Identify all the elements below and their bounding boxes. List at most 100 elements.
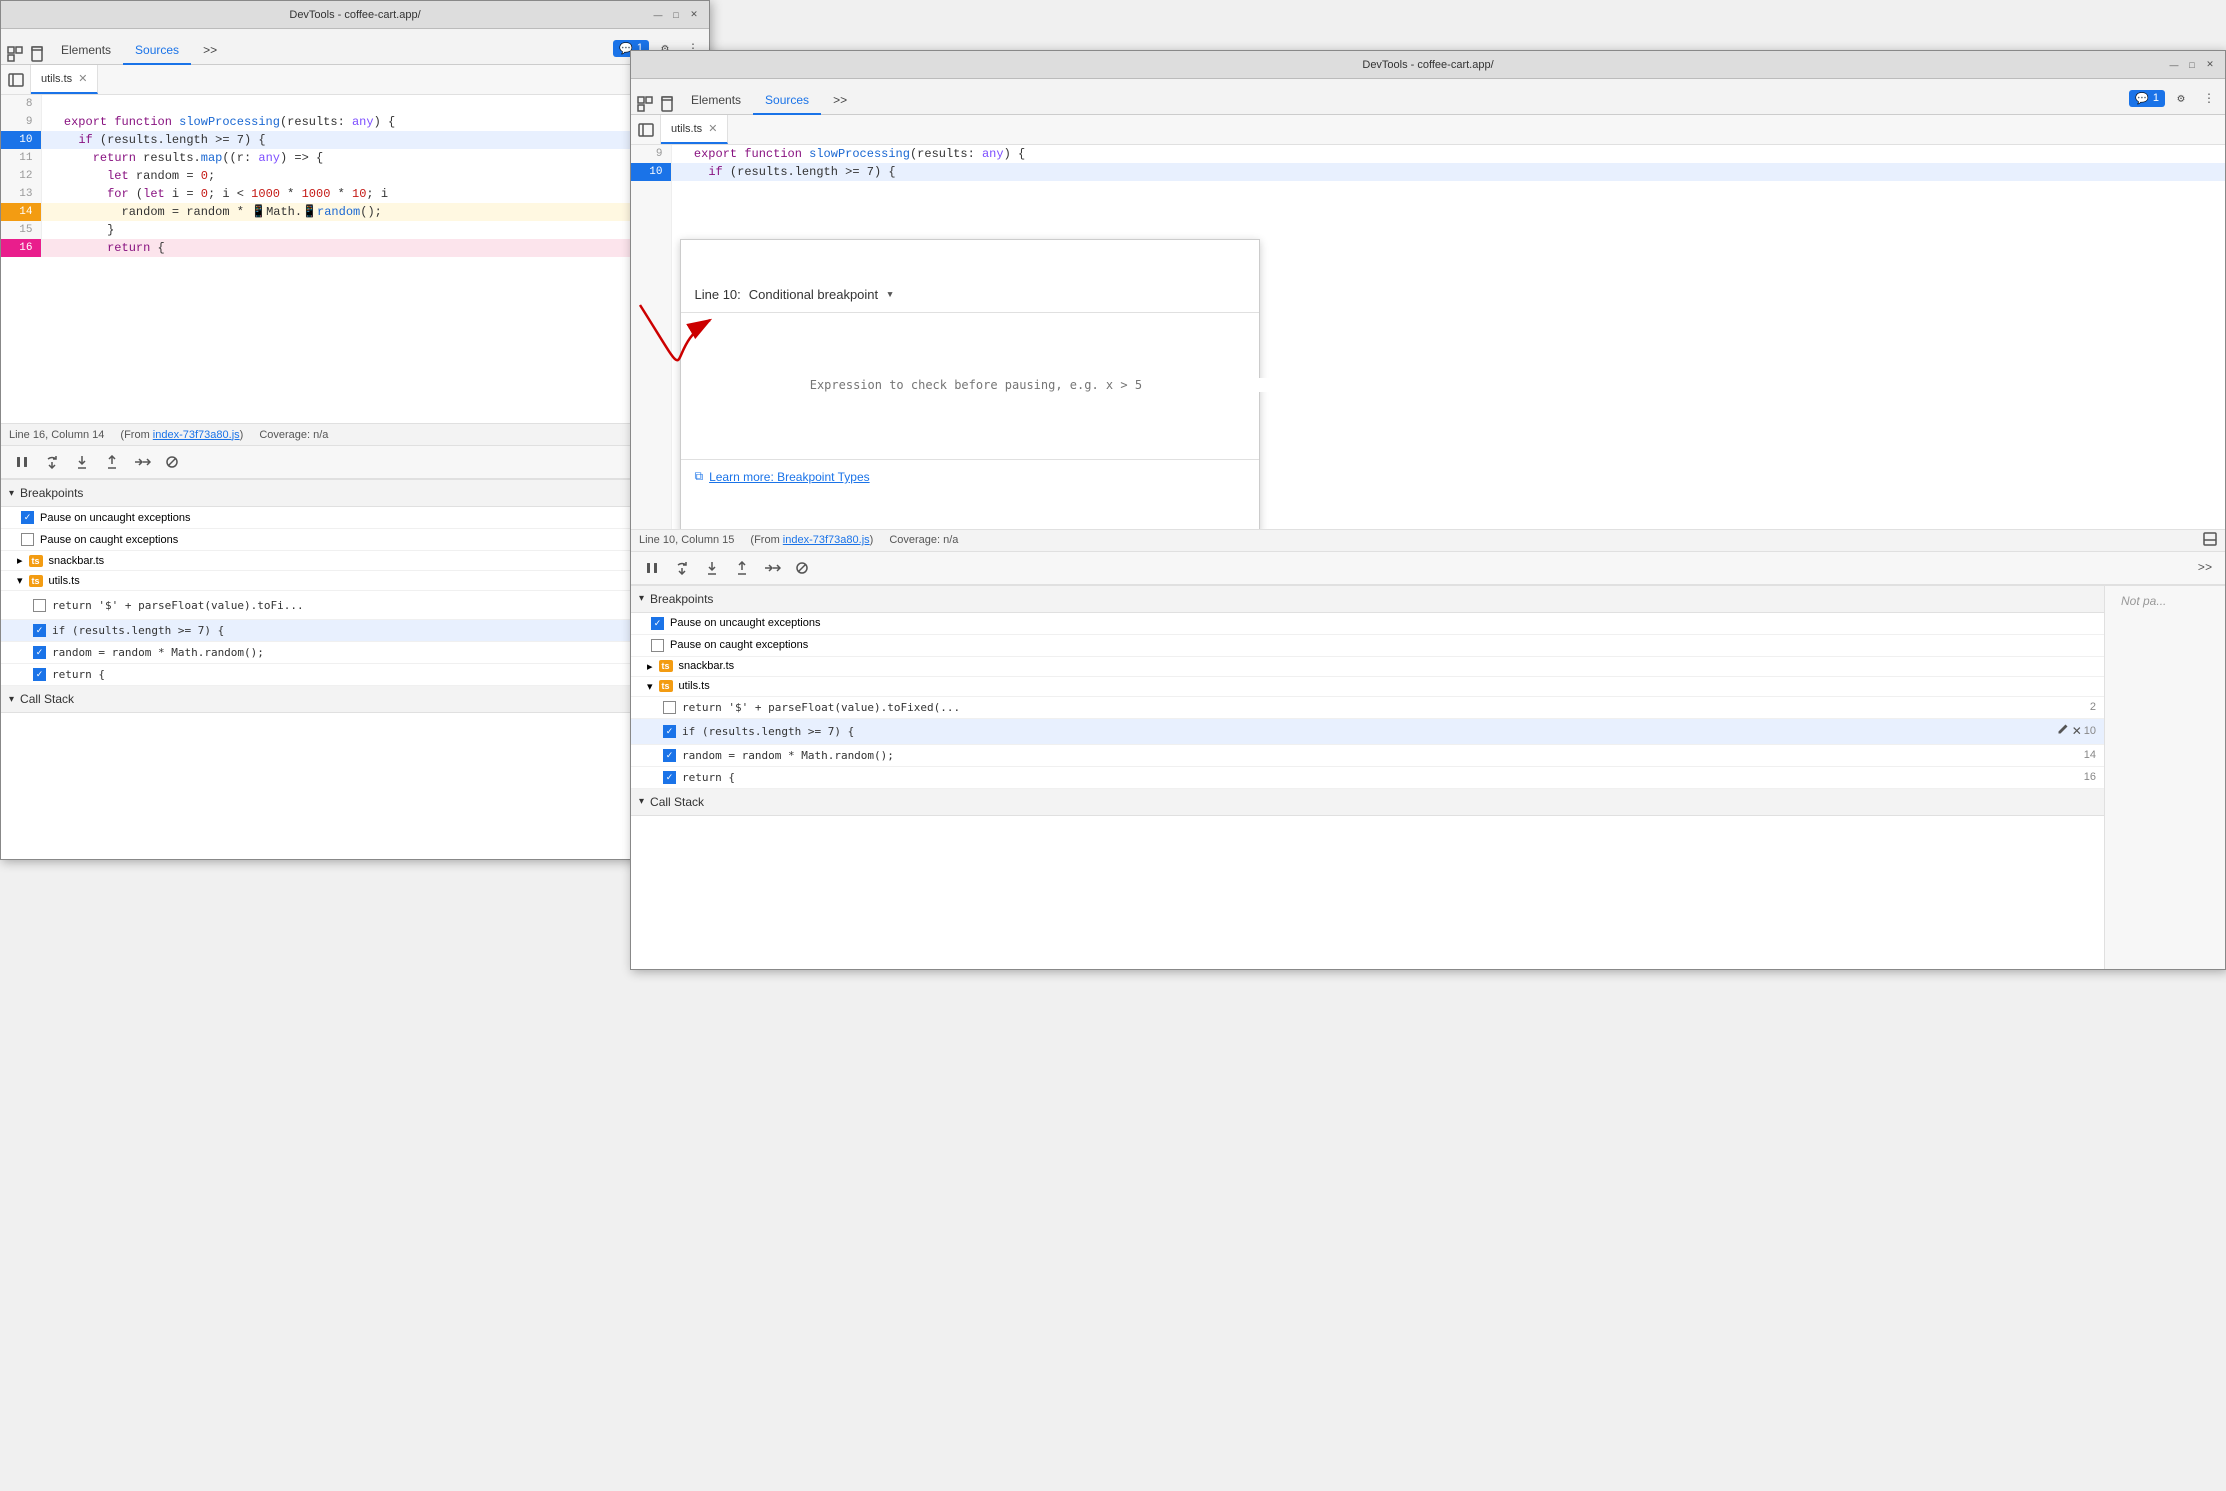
bp-checkbox-random-left[interactable] [33, 646, 46, 659]
device-icon-left[interactable] [27, 44, 47, 64]
bp-checkbox-returnobj-left[interactable] [33, 668, 46, 681]
sidebar-toggle-right[interactable] [631, 115, 661, 145]
bp-popup-input[interactable] [810, 378, 1360, 392]
code-line-8: 8 [1, 95, 709, 113]
code-line-14[interactable]: 14 random = random * 📱Math.📱random(); [1, 203, 709, 221]
step-over-btn-right[interactable] [669, 555, 695, 581]
inspect-icon-left[interactable] [5, 44, 25, 64]
title-left: DevTools - coffee-cart.app/ [289, 9, 420, 21]
code-scroll-right[interactable]: 9 export function slowProcessing(results… [631, 145, 2225, 529]
close-file-tab-right[interactable]: ✕ [708, 122, 717, 135]
close-file-tab-left[interactable]: ✕ [78, 72, 87, 85]
bottom-panel-left: ▾ Breakpoints Pause on uncaught exceptio… [1, 479, 709, 859]
bp-item-returnobj-left[interactable]: return { 16 [1, 664, 709, 686]
bp-popup-line-label: Line 10: [695, 286, 741, 304]
settings-btn-right[interactable]: ⚙ [2169, 86, 2193, 110]
code-line-16[interactable]: 16 return { [1, 239, 709, 257]
chat-badge-right[interactable]: 💬 1 [2129, 90, 2165, 107]
file-group-snackbar-left[interactable]: ▸ ts snackbar.ts [1, 551, 709, 571]
inspect-icon-right[interactable] [635, 94, 655, 114]
tab-elements-left[interactable]: Elements [49, 37, 123, 65]
sidebar-toggle-left[interactable] [1, 65, 31, 95]
minimize-btn-left[interactable]: — [651, 8, 665, 22]
tab-sources-right[interactable]: Sources [753, 87, 821, 115]
bp-item-return-left[interactable]: return '$' + parseFloat(value).toFi... ✕… [1, 591, 709, 620]
right-panel-toggle-right: >> [2193, 556, 2217, 580]
step-btn-left[interactable] [129, 449, 155, 475]
bp-item-if-right[interactable]: if (results.length >= 7) { ✕ 10 [631, 719, 2104, 745]
deactivate-btn-left[interactable] [159, 449, 185, 475]
ts-icon-utils-left: ts [29, 575, 43, 587]
status-bar-right: Line 10, Column 15 (From index-73f73a80.… [631, 529, 2225, 551]
bp-item-returnobj-right[interactable]: return { 16 [631, 767, 2104, 789]
source-link-left[interactable]: index-73f73a80.js [153, 429, 240, 441]
file-tab-utils-right[interactable]: utils.ts ✕ [661, 115, 728, 144]
breakpoints-header-left[interactable]: ▾ Breakpoints [1, 480, 709, 507]
bp-item-return-right[interactable]: return '$' + parseFloat(value).toFixed(.… [631, 697, 2104, 719]
callstack-header-right[interactable]: ▾ Call Stack [631, 789, 2104, 816]
tab-sources-left[interactable]: Sources [123, 37, 191, 65]
expand-panels-btn-right[interactable]: >> [2193, 556, 2217, 580]
bp-checkbox-if-right[interactable] [663, 725, 676, 738]
pause-resume-btn-left[interactable] [9, 449, 35, 475]
callstack-header-left[interactable]: ▾ Call Stack [1, 686, 709, 713]
step-out-btn-left[interactable] [99, 449, 125, 475]
bp-checkbox-return-left[interactable] [33, 599, 46, 612]
delete-bp-if-right[interactable]: ✕ [2072, 724, 2082, 738]
callstack-label-right: Call Stack [650, 795, 704, 809]
step-btn-right[interactable] [759, 555, 785, 581]
step-into-btn-right[interactable] [699, 555, 725, 581]
file-group-utils-right[interactable]: ▾ ts utils.ts [631, 677, 2104, 697]
bp-popup-dropdown-icon[interactable]: ▾ [886, 286, 894, 304]
device-icon-right[interactable] [657, 94, 677, 114]
file-tab-utils-left[interactable]: utils.ts ✕ [31, 65, 98, 94]
tab-more-right[interactable]: >> [821, 87, 859, 115]
file-group-snackbar-right[interactable]: ▸ ts snackbar.ts [631, 657, 2104, 677]
maximize-btn-left[interactable]: □ [669, 8, 683, 22]
pause-caught-checkbox-right[interactable] [651, 639, 664, 652]
bp-popup-input-area[interactable] [681, 349, 1259, 423]
pause-caught-right[interactable]: Pause on caught exceptions [631, 635, 2104, 657]
source-link-right[interactable]: index-73f73a80.js [783, 534, 870, 546]
maximize-btn-right[interactable]: □ [2185, 58, 2199, 72]
code-scroll-left[interactable]: 8 9 export function slowProcessing(resul… [1, 95, 709, 423]
collapse-panel-btn-right[interactable] [2203, 532, 2217, 549]
bp-item-random-left[interactable]: random = random * Math.random(); 14 [1, 642, 709, 664]
devtools-window-right: DevTools - coffee-cart.app/ — □ ✕ Elemen… [630, 50, 2226, 970]
pause-uncaught-checkbox-right[interactable] [651, 617, 664, 630]
callstack-arrow-right: ▾ [639, 796, 644, 807]
bp-checkbox-random-right[interactable] [663, 749, 676, 762]
pause-uncaught-checkbox-left[interactable] [21, 511, 34, 524]
close-btn-right[interactable]: ✕ [2203, 58, 2217, 72]
step-over-btn-left[interactable] [39, 449, 65, 475]
file-tab-bar-right: utils.ts ✕ [631, 115, 2225, 145]
code-line-10[interactable]: 10 if (results.length >= 7) { [1, 131, 709, 149]
minimize-btn-right[interactable]: — [2167, 58, 2181, 72]
pause-caught-label-left: Pause on caught exceptions [40, 534, 178, 546]
file-group-utils-left[interactable]: ▾ ts utils.ts [1, 571, 709, 591]
breakpoints-header-right[interactable]: ▾ Breakpoints [631, 586, 2104, 613]
step-into-btn-left[interactable] [69, 449, 95, 475]
bp-item-if-left[interactable]: if (results.length >= 7) { 10 [1, 620, 709, 642]
snackbar-filename-right: snackbar.ts [679, 660, 735, 672]
code-line-10-right[interactable]: 10 if (results.length >= 7) { [631, 163, 2225, 181]
pause-uncaught-right[interactable]: Pause on uncaught exceptions [631, 613, 2104, 635]
pause-caught-checkbox-left[interactable] [21, 533, 34, 546]
pause-caught-left[interactable]: Pause on caught exceptions [1, 529, 709, 551]
learn-more-link-right[interactable]: Learn more: Breakpoint Types [709, 468, 870, 486]
more-btn-right[interactable]: ⋮ [2197, 86, 2221, 110]
title-bar-controls-left: — □ ✕ [651, 8, 701, 22]
bp-checkbox-return-right[interactable] [663, 701, 676, 714]
pause-resume-btn-right[interactable] [639, 555, 665, 581]
bp-item-random-right[interactable]: random = random * Math.random(); 14 [631, 745, 2104, 767]
tab-elements-right[interactable]: Elements [679, 87, 753, 115]
coverage-right: Coverage: n/a [889, 534, 958, 546]
step-out-btn-right[interactable] [729, 555, 755, 581]
edit-bp-if-right[interactable] [2056, 723, 2070, 740]
deactivate-btn-right[interactable] [789, 555, 815, 581]
close-btn-left[interactable]: ✕ [687, 8, 701, 22]
pause-uncaught-left[interactable]: Pause on uncaught exceptions [1, 507, 709, 529]
tab-more-left[interactable]: >> [191, 37, 229, 65]
bp-checkbox-if-left[interactable] [33, 624, 46, 637]
bp-checkbox-returnobj-right[interactable] [663, 771, 676, 784]
